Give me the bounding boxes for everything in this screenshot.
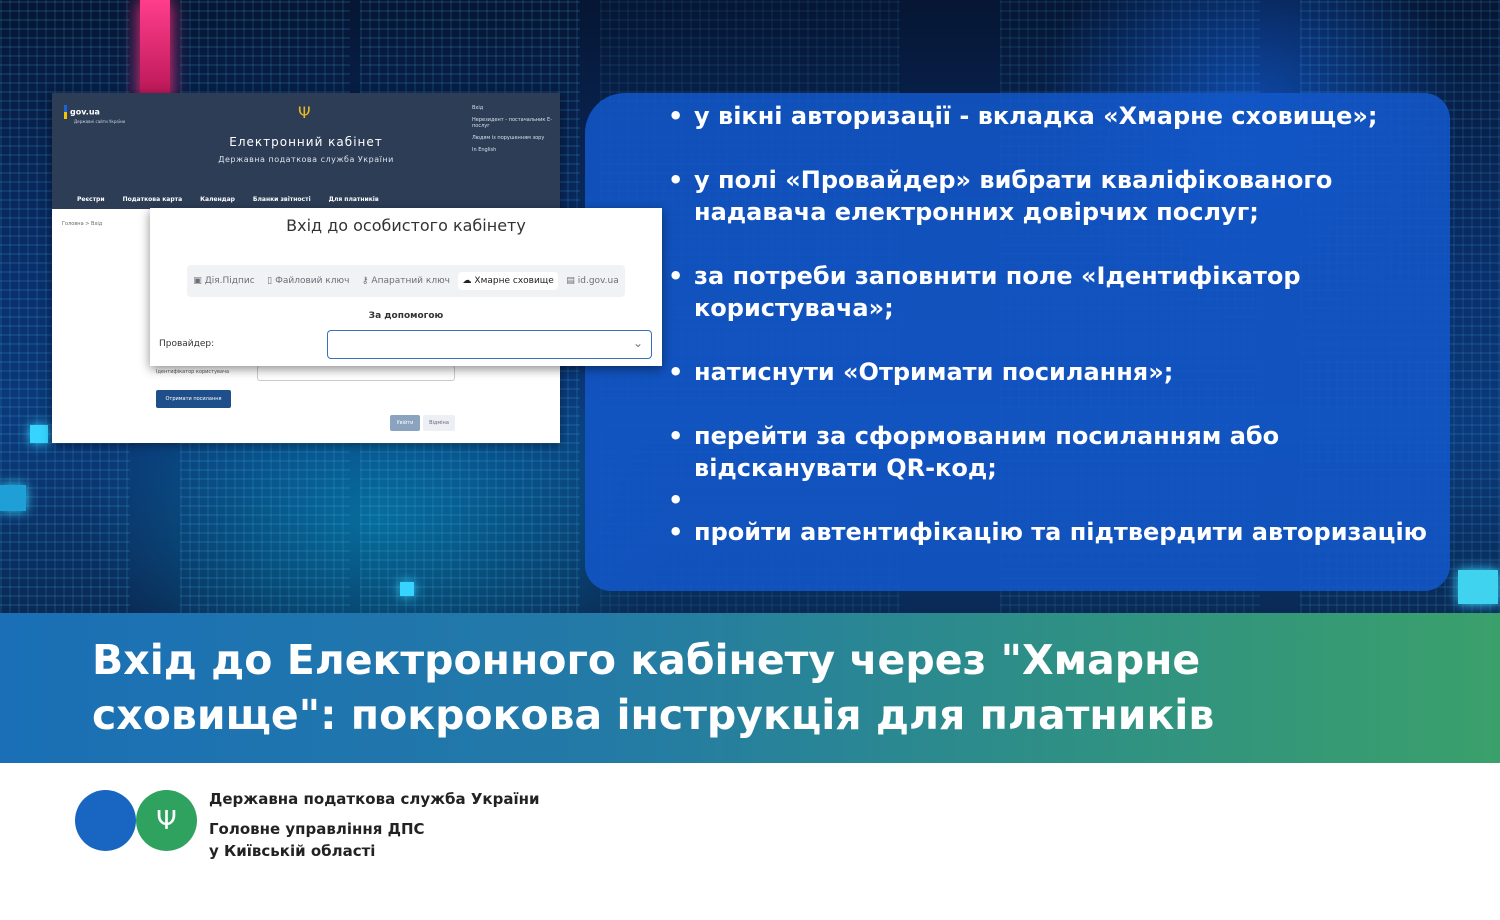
trident-logo-icon: Ψ	[136, 790, 197, 851]
tab-label: Файловий ключ	[275, 276, 350, 286]
steps-list: у вікні авторизації - вкладка «Хмарне сх…	[668, 100, 1458, 580]
tab-file-key[interactable]: ▯ Файловий ключ	[263, 272, 353, 290]
nonresident-link[interactable]: Нерезидент - постачальник Е-послуг	[472, 117, 560, 129]
tab-hardware-key[interactable]: ⚷ Апаратний ключ	[358, 272, 454, 290]
step-item: за потреби заповнити поле «Ідентифікатор…	[668, 260, 1458, 324]
nav-tax-map[interactable]: Податкова карта	[123, 196, 183, 203]
breadcrumb: Головна > Вхід	[62, 221, 103, 227]
main-nav: Реєстри Податкова карта Календар Бланки …	[77, 196, 379, 203]
gov-logo-text: gov.ua	[70, 107, 100, 117]
english-link[interactable]: In English	[472, 147, 560, 153]
cloud-icon: ☁	[462, 276, 472, 286]
step-item: пройти автентифікацію та підтвердити авт…	[668, 516, 1458, 548]
nav-payers[interactable]: Для платників	[329, 196, 379, 203]
org-line2: Головне управління ДПС	[209, 820, 425, 838]
light-square	[30, 425, 48, 443]
tab-label: Дія.Підпис	[204, 276, 255, 286]
gov-logo[interactable]: gov.ua	[64, 105, 100, 119]
light-square	[0, 485, 26, 511]
trident-icon: Ψ	[298, 103, 311, 122]
tab-label: Апаратний ключ	[371, 276, 450, 286]
logo-blue-circle	[75, 790, 136, 851]
nav-calendar[interactable]: Календар	[200, 196, 235, 203]
step-item: у полі «Провайдер» вибрати кваліфіковано…	[668, 164, 1458, 228]
login-dialog: Вхід до особистого кабінету ▣ Дія.Підпис …	[150, 208, 662, 366]
cabinet-header: gov.ua Державні сайти України Ψ Електрон…	[52, 93, 560, 209]
step-item: перейти за сформованим посиланням або ві…	[668, 420, 1458, 484]
step-item: натиснути «Отримати посилання»;	[668, 356, 1458, 388]
provider-label: Провайдер:	[159, 339, 215, 349]
step-item-empty	[668, 484, 1458, 516]
key-icon: ⚷	[361, 276, 369, 286]
user-id-input[interactable]	[257, 365, 455, 381]
cancel-button[interactable]: Відміна	[423, 415, 455, 431]
login-button[interactable]: Увійти	[390, 415, 420, 431]
file-icon: ▯	[267, 276, 273, 286]
gov-sub: Державні сайти України	[74, 119, 126, 124]
get-link-button[interactable]: Отримати посилання	[156, 390, 231, 408]
chevron-down-icon: ⌄	[632, 336, 643, 350]
tab-label: Хмарне сховище	[474, 276, 554, 286]
header-links: Вхід Нерезидент - постачальник Е-послуг …	[472, 105, 560, 159]
provider-select[interactable]: ⌄	[327, 330, 652, 359]
light-square	[1458, 570, 1498, 604]
id-card-icon: ▣	[193, 276, 202, 286]
tab-cloud-storage[interactable]: ☁ Хмарне сховище	[458, 272, 558, 290]
tab-label: id.gov.ua	[577, 276, 619, 286]
organization-name: Державна податкова служба України Головн…	[209, 788, 539, 862]
document-icon: ▤	[566, 276, 575, 286]
tab-diia[interactable]: ▣ Дія.Підпис	[189, 272, 259, 290]
dialog-title: Вхід до особистого кабінету	[286, 216, 526, 235]
auth-tabs: ▣ Дія.Підпис ▯ Файловий ключ ⚷ Апаратний кл…	[187, 265, 625, 297]
org-line1: Державна податкова служба України	[209, 790, 540, 808]
tab-id-gov[interactable]: ▤ id.gov.ua	[562, 272, 623, 290]
help-text: За допомогою	[368, 311, 444, 321]
page-title: Вхід до Електронного кабінету через "Хма…	[92, 636, 1215, 739]
step-item: у вікні авторизації - вкладка «Хмарне сх…	[668, 100, 1458, 132]
user-id-label: Ідентифікатор користувача	[156, 369, 230, 375]
flag-icon	[64, 105, 67, 119]
login-link[interactable]: Вхід	[472, 105, 560, 111]
nav-registries[interactable]: Реєстри	[77, 196, 105, 203]
nav-forms[interactable]: Бланки звітності	[253, 196, 311, 203]
org-line3: у Київській області	[209, 842, 376, 860]
accessibility-link[interactable]: Людям із порушенням зору	[472, 135, 560, 141]
light-square	[400, 582, 414, 596]
